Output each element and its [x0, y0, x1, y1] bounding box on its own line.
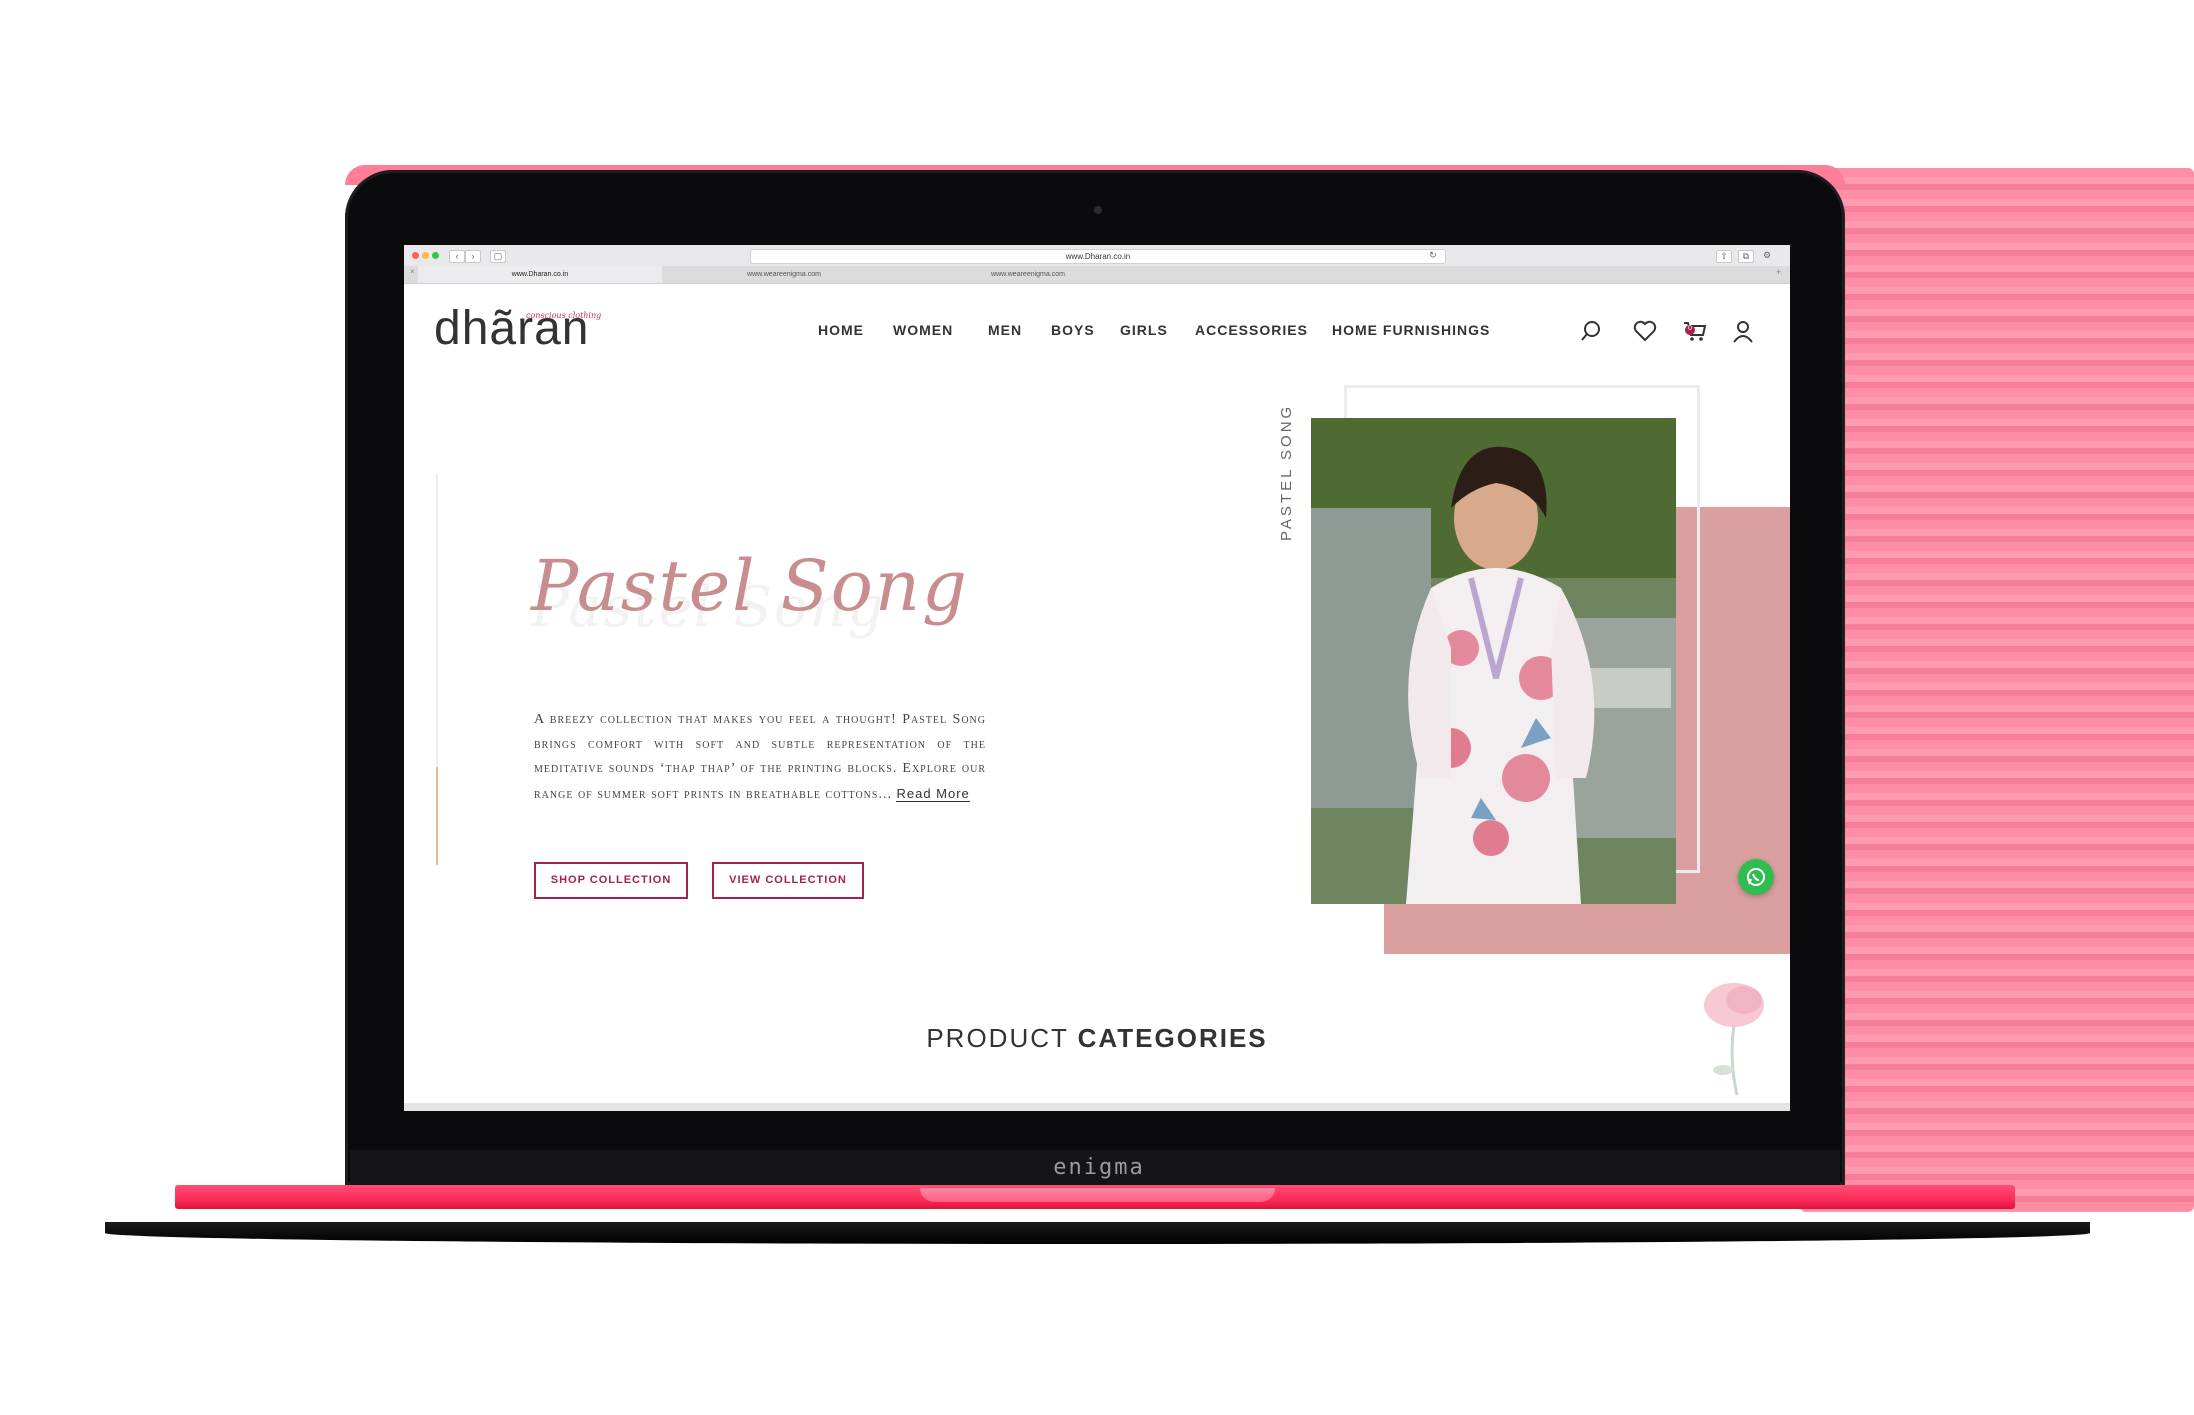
device-brand: enigma — [1053, 1155, 1145, 1180]
pink-background-decoration — [1800, 168, 2194, 1212]
close-tab-icon[interactable]: × — [410, 267, 415, 276]
nav-girls[interactable]: GIRLS — [1120, 322, 1168, 338]
user-icon[interactable] — [1730, 318, 1756, 344]
heart-icon[interactable] — [1632, 318, 1658, 344]
slide-indicator-1[interactable] — [436, 473, 438, 571]
slide-indicator-2[interactable] — [436, 571, 438, 669]
minimize-window-button[interactable] — [422, 252, 429, 259]
settings-icon[interactable]: ⚙ — [1760, 250, 1774, 261]
view-collection-button[interactable]: VIEW COLLECTION — [712, 862, 864, 899]
screen: ‹ › ▢ ≡ www.Dharan.co.in ↻ ⇧ ⧉ ⚙ × www.D… — [404, 245, 1790, 1111]
laptop-notch — [920, 1188, 1275, 1202]
slide-indicator-active[interactable] — [436, 767, 438, 865]
laptop-shadow — [105, 1222, 2090, 1244]
whatsapp-chat-button[interactable] — [1738, 859, 1774, 895]
hero-title: Pastel Song — [531, 545, 969, 627]
share-icon[interactable]: ⇧ — [1716, 250, 1732, 263]
flower-decoration — [1704, 983, 1764, 1096]
forward-button[interactable]: › — [465, 250, 481, 263]
tabs-overview-icon[interactable]: ⧉ — [1738, 250, 1754, 263]
maximize-window-button[interactable] — [432, 252, 439, 259]
cart-count: 0 — [1688, 325, 1692, 332]
screen-bottom-bar — [404, 1103, 1790, 1111]
new-tab-icon[interactable]: + — [1776, 267, 1781, 277]
hero-model-photo — [1311, 418, 1676, 904]
model-illustration — [1311, 418, 1676, 904]
address-bar[interactable]: www.Dharan.co.in — [750, 249, 1446, 264]
search-icon[interactable] — [1578, 318, 1604, 344]
back-button[interactable]: ‹ — [449, 250, 465, 263]
read-more-link[interactable]: Read More — [896, 785, 970, 802]
tab-enigma-1[interactable]: www.weareenigma.com — [662, 266, 906, 283]
hero-vertical-label: PASTEL SONG — [1278, 403, 1295, 541]
reload-icon[interactable]: ↻ — [1426, 250, 1440, 261]
product-categories-heading: PRODUCT CATEGORIES — [404, 1023, 1790, 1054]
heading-bold: CATEGORIES — [1077, 1023, 1268, 1053]
close-window-button[interactable] — [412, 252, 419, 259]
site-logo[interactable]: dhãran — [434, 301, 589, 356]
nav-home-furnishings[interactable]: HOME FURNISHINGS — [1332, 322, 1490, 338]
nav-men[interactable]: MEN — [988, 322, 1022, 338]
sidebar-toggle-icon[interactable]: ▢ — [490, 250, 506, 263]
webcam — [1094, 206, 1102, 214]
tab-dharan[interactable]: www.Dharan.co.in — [418, 266, 662, 283]
whatsapp-icon — [1747, 868, 1765, 886]
nav-boys[interactable]: BOYS — [1051, 322, 1095, 338]
heading-light: PRODUCT — [926, 1023, 1078, 1053]
nav-women[interactable]: WOMEN — [893, 322, 953, 338]
shop-collection-button[interactable]: SHOP COLLECTION — [534, 862, 688, 899]
logo-tagline: conscious clothing — [526, 311, 602, 320]
slide-indicator-3[interactable] — [436, 669, 438, 767]
nav-accessories[interactable]: ACCESSORIES — [1195, 322, 1308, 338]
hero-description: A breezy collection that makes you feel … — [534, 708, 986, 807]
nav-home[interactable]: HOME — [818, 322, 864, 338]
tab-enigma-2[interactable]: www.weareenigma.com — [906, 266, 1150, 283]
